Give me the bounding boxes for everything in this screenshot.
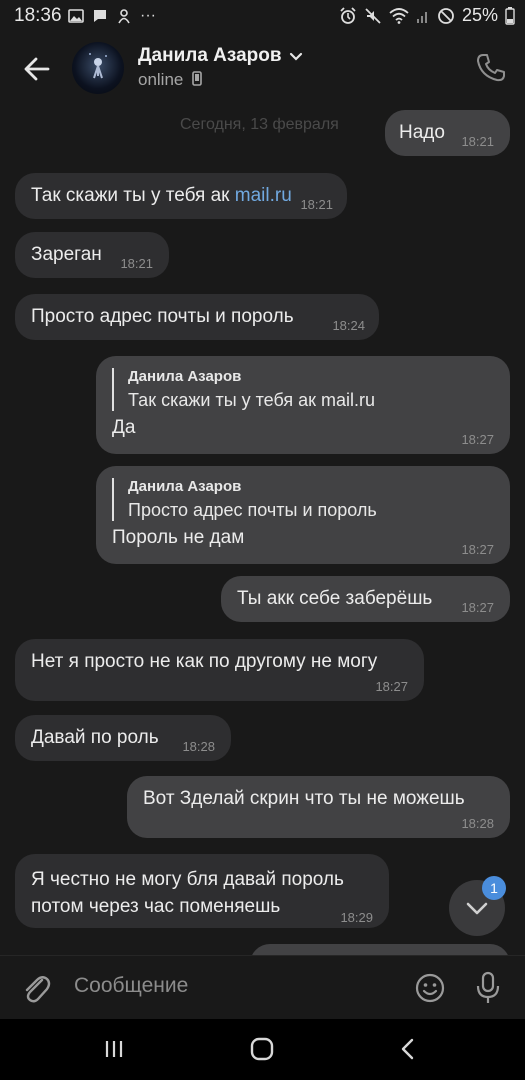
message-time: 18:21 — [300, 197, 333, 212]
reply-text: Так скажи ты у тебя ак mail.ru — [128, 390, 376, 410]
message-outgoing[interactable]: Вот Зделай скрин что ты не можешь 18:28 — [127, 776, 510, 838]
message-incoming[interactable]: Давай по роль 18:28 — [15, 715, 231, 761]
home-icon[interactable] — [249, 1036, 275, 1062]
message-time: 18:29 — [340, 910, 373, 925]
message-outgoing[interactable]: Надо 18:21 — [385, 110, 510, 156]
status-bar: 18:36 ··· 25% — [0, 0, 525, 32]
message-time: 18:28 — [182, 739, 215, 754]
battery-icon — [505, 6, 515, 25]
message-incoming[interactable]: Так скажи ты у тебя ак mail.ru 18:21 — [15, 173, 347, 219]
online-status: online — [138, 70, 202, 90]
message-text-line: потом через час поменяешь — [31, 896, 281, 917]
battery-level: 25% — [461, 5, 498, 25]
gallery-icon — [68, 9, 84, 23]
message-composer: Сообщение — [0, 955, 525, 1020]
message-input[interactable]: Сообщение — [74, 974, 188, 998]
message-text: Да — [112, 417, 136, 438]
reply-text: Просто адрес почты и пороль — [128, 500, 377, 520]
system-navigation-bar — [0, 1019, 525, 1080]
message-incoming[interactable]: Я честно не могу бля давай пороль потом … — [15, 854, 389, 928]
avatar[interactable] — [72, 42, 124, 94]
message-outgoing-reply[interactable]: Данила Азаров Так скажи ты у тебя ак mai… — [96, 356, 510, 454]
emoji-icon[interactable] — [414, 972, 446, 1004]
alarm-icon — [340, 6, 356, 24]
message-time: 18:28 — [461, 816, 494, 831]
back-arrow-icon[interactable] — [20, 52, 54, 86]
message-text: Вот Зделай скрин что ты не можешь — [143, 788, 465, 809]
chevron-down-icon[interactable] — [289, 52, 303, 62]
notification-icons: ··· — [68, 7, 156, 25]
message-text: Просто адрес почты и пороль — [31, 306, 294, 327]
message-time: 18:27 — [461, 542, 494, 557]
message-outgoing-reply[interactable]: Данила Азаров Просто адрес почты и порол… — [96, 466, 510, 564]
reply-author: Данила Азаров — [128, 478, 242, 495]
message-text: Надо — [399, 122, 445, 143]
message-text: Зареган — [31, 244, 102, 265]
paperclip-icon[interactable] — [20, 970, 52, 1006]
contact-name[interactable]: Данила Азаров — [138, 45, 282, 67]
mobile-device-icon — [192, 71, 202, 86]
more-notifications: ··· — [140, 7, 156, 24]
online-status-text: online — [138, 70, 184, 89]
message-text: Пороль не дам — [112, 527, 245, 548]
message-time: 18:27 — [375, 679, 408, 694]
message-incoming[interactable]: Зареган 18:21 — [15, 232, 169, 278]
message-outgoing[interactable]: Ты акк себе заберёшь 18:27 — [221, 576, 510, 622]
message-outgoing[interactable] — [250, 944, 510, 955]
recent-apps-icon[interactable] — [102, 1037, 126, 1061]
signal-icon — [416, 11, 427, 23]
system-icons: 25% — [339, 5, 515, 26]
mute-icon — [365, 7, 381, 24]
quoted-reply[interactable]: Данила Азаров Так скажи ты у тебя ак mai… — [112, 368, 494, 411]
back-nav-icon[interactable] — [398, 1036, 418, 1062]
message-time: 18:21 — [120, 256, 153, 271]
message-text-line: Я честно не могу бля давай пороль — [31, 869, 344, 890]
message-time: 18:24 — [332, 318, 365, 333]
chat-notification-icon — [94, 10, 106, 22]
date-separator: Сегодня, 13 февраля — [180, 116, 339, 133]
message-text: Давай по роль — [31, 727, 159, 748]
message-link[interactable]: mail.ru — [235, 185, 292, 206]
message-time: 18:21 — [461, 134, 494, 149]
message-text: Ты акк себе заберёшь — [237, 588, 433, 609]
message-incoming[interactable]: Нет я просто не как по другому не могу 1… — [15, 639, 424, 701]
app-notification-icon — [118, 9, 130, 24]
message-incoming[interactable]: Просто адрес почты и пороль 18:24 — [15, 294, 379, 340]
phone-call-icon[interactable] — [475, 52, 507, 84]
message-list[interactable]: Сегодня, 13 февраля Надо 18:21 Так скажи… — [0, 110, 525, 955]
avatar-figure-icon — [89, 53, 107, 79]
microphone-icon[interactable] — [474, 970, 502, 1006]
dnd-icon — [438, 7, 454, 24]
quoted-reply[interactable]: Данила Азаров Просто адрес почты и порол… — [112, 478, 494, 521]
chat-header: Данила Азаров online — [0, 32, 525, 110]
unread-badge: 1 — [482, 876, 506, 900]
message-time: 18:27 — [461, 432, 494, 447]
message-time: 18:27 — [461, 600, 494, 615]
message-text: Нет я просто не как по другому не могу — [31, 651, 378, 672]
message-text: Так скажи ты у тебя ак — [31, 185, 235, 206]
wifi-icon — [389, 7, 409, 24]
status-time: 18:36 — [14, 5, 62, 26]
reply-author: Данила Азаров — [128, 368, 242, 385]
